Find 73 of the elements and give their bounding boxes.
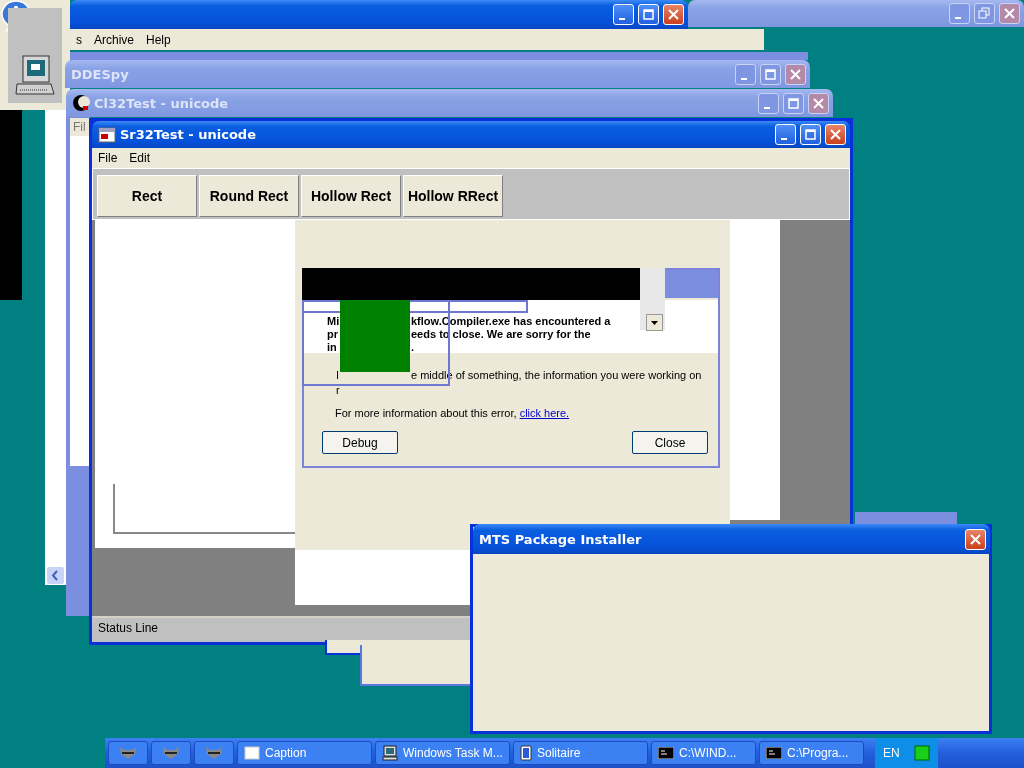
close-icon bbox=[969, 532, 982, 546]
error-text: . bbox=[411, 341, 415, 354]
close-button[interactable] bbox=[785, 63, 806, 85]
close-icon bbox=[789, 67, 802, 81]
app-window-icon bbox=[98, 126, 116, 143]
close-icon bbox=[829, 128, 842, 141]
console-icon bbox=[658, 747, 674, 759]
minimize-icon bbox=[780, 138, 787, 140]
maximize-icon bbox=[642, 8, 655, 21]
error-text: in bbox=[327, 341, 337, 354]
minimize-button[interactable] bbox=[949, 3, 970, 24]
close-button[interactable] bbox=[999, 3, 1020, 24]
taskbar-button[interactable]: C:\WIND... bbox=[651, 741, 756, 765]
close-icon bbox=[1003, 7, 1016, 20]
maximize-button[interactable] bbox=[760, 63, 781, 85]
console-icon bbox=[766, 747, 782, 759]
error-text: pr bbox=[327, 328, 338, 341]
tool-button[interactable]: Rect bbox=[97, 175, 197, 217]
taskbar-button[interactable]: C:\Progra... bbox=[759, 741, 864, 765]
maximize-icon bbox=[804, 128, 817, 141]
window-icon bbox=[244, 746, 260, 760]
taskbar-button[interactable]: Solitaire bbox=[513, 741, 648, 765]
taskbar-button[interactable]: Caption bbox=[237, 741, 372, 765]
overlay-block bbox=[340, 300, 410, 372]
more-info-text: For more information about this error, click here. bbox=[335, 407, 570, 420]
restore-icon bbox=[978, 7, 991, 20]
minimize-icon bbox=[763, 106, 770, 109]
minimize-icon bbox=[618, 18, 625, 20]
help-link[interactable]: click here. bbox=[519, 407, 570, 419]
tool-button[interactable]: Hollow RRect bbox=[403, 175, 503, 217]
dropdown-button[interactable] bbox=[646, 314, 663, 331]
body-text: r bbox=[336, 384, 340, 397]
computer-icon bbox=[382, 745, 398, 761]
minimize-button[interactable] bbox=[758, 92, 779, 114]
menu-item[interactable]: Edit bbox=[129, 151, 151, 165]
body-text: I bbox=[336, 369, 340, 382]
window-title: Cl32Test - unicode bbox=[94, 95, 230, 111]
maximize-icon bbox=[764, 67, 777, 81]
menu-item[interactable]: Archive bbox=[94, 32, 134, 47]
close-icon bbox=[812, 96, 825, 110]
minimize-button[interactable] bbox=[735, 63, 756, 85]
restore-button[interactable] bbox=[974, 3, 995, 24]
menu-item[interactable]: Fil bbox=[73, 120, 86, 134]
taskbar-button[interactable] bbox=[194, 741, 234, 765]
raccoon-icon bbox=[162, 746, 180, 760]
menu-item[interactable]: File bbox=[98, 151, 118, 165]
close-button[interactable]: Close bbox=[632, 431, 708, 454]
tray-icon[interactable] bbox=[913, 745, 930, 761]
tool-button[interactable]: Hollow Rect bbox=[301, 175, 401, 217]
close-button[interactable] bbox=[808, 92, 829, 114]
card-icon bbox=[520, 745, 532, 761]
menu-item[interactable]: s bbox=[76, 32, 82, 47]
tool-button[interactable]: Round Rect bbox=[199, 175, 299, 217]
close-icon bbox=[667, 8, 680, 21]
raccoon-icon bbox=[119, 746, 137, 760]
maximize-button[interactable] bbox=[783, 92, 804, 114]
taskbar-button[interactable] bbox=[151, 741, 191, 765]
window-title: MTS Package Installer bbox=[479, 531, 643, 547]
scroll-left-button[interactable] bbox=[47, 567, 64, 584]
minimize-icon bbox=[740, 77, 747, 80]
taskbar-button[interactable]: Windows Task M... bbox=[375, 741, 510, 765]
menu-bar bbox=[70, 118, 90, 136]
window-title: DDESpy bbox=[71, 66, 130, 82]
computer-icon bbox=[15, 54, 55, 98]
error-text: Mi bbox=[327, 315, 340, 328]
menu-item[interactable]: Help bbox=[146, 32, 171, 47]
raccoon-icon bbox=[205, 746, 223, 760]
minimize-icon bbox=[954, 17, 961, 19]
debug-button[interactable]: Debug bbox=[322, 431, 398, 454]
moon-icon bbox=[72, 94, 90, 112]
maximize-icon bbox=[787, 96, 800, 110]
taskbar-button[interactable] bbox=[108, 741, 148, 765]
window-title: Sr32Test - unicode bbox=[120, 127, 257, 142]
